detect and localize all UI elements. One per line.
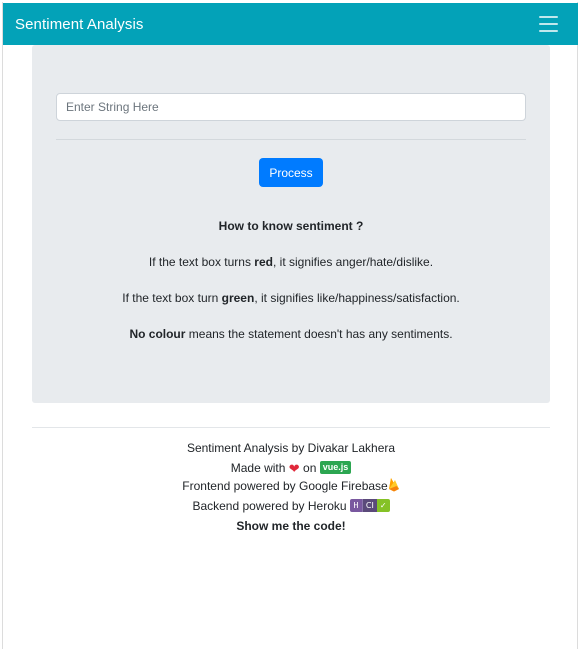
hamburger-menu-icon[interactable] — [530, 10, 566, 38]
process-button[interactable]: Process — [259, 158, 323, 187]
footer-divider — [32, 427, 550, 428]
footer-frontend: Frontend powered by Google Firebase — [32, 477, 550, 494]
show-code-link[interactable]: Show me the code! — [32, 519, 550, 533]
brand-title[interactable]: Sentiment Analysis — [15, 16, 144, 33]
footer-backend: Backend powered by Heroku H CI ✓ — [32, 499, 550, 513]
info-green-line: If the text box turn green, it signifies… — [122, 291, 460, 305]
heart-icon: ❤ — [288, 461, 300, 476]
info-none-line: No colour means the statement doesn't ha… — [129, 327, 453, 341]
green-keyword: green — [221, 291, 255, 305]
sentiment-text-input[interactable] — [56, 93, 526, 121]
main-panel: Process How to know sentiment ? If the t… — [32, 45, 550, 403]
footer-made-with: Made with ❤ on vue.js — [32, 460, 550, 476]
firebase-flame-icon[interactable] — [388, 477, 400, 492]
info-heading: How to know sentiment ? — [218, 219, 364, 233]
divider — [56, 139, 526, 140]
vue-badge[interactable]: vue.js — [319, 461, 352, 475]
navbar: Sentiment Analysis — [3, 3, 578, 45]
footer-credit: Sentiment Analysis by Divakar Lakhera — [186, 441, 396, 455]
info-red-line: If the text box turns red, it signifies … — [148, 255, 434, 269]
red-keyword: red — [254, 255, 273, 269]
no-colour-keyword: No colour — [129, 327, 186, 341]
heroku-ci-badge-icon[interactable]: H CI ✓ — [349, 499, 390, 513]
